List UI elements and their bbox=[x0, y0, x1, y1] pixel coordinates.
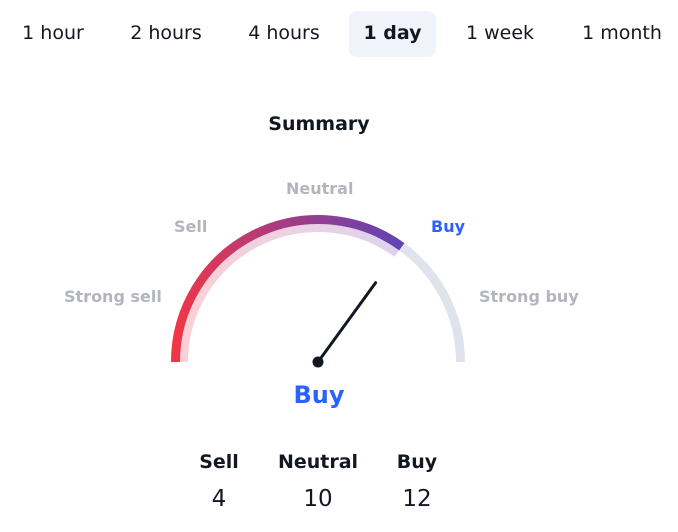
gauge-label-strong-buy: Strong buy bbox=[479, 287, 579, 306]
gauge-label-sell: Sell bbox=[174, 217, 208, 236]
count-buy-label: Buy bbox=[396, 451, 438, 473]
gauge-needle bbox=[316, 281, 378, 364]
count-buy: Buy 12 bbox=[357, 450, 477, 512]
summary-result: Buy bbox=[293, 381, 345, 409]
gauge-label-strong-sell: Strong sell bbox=[64, 287, 162, 306]
gauge-label-buy: Buy bbox=[431, 217, 466, 236]
gauge-label-neutral: Neutral bbox=[286, 179, 354, 198]
gauge-needle-hub bbox=[312, 356, 324, 368]
count-buy-value: 12 bbox=[402, 486, 432, 512]
gauge-track bbox=[171, 215, 465, 363]
